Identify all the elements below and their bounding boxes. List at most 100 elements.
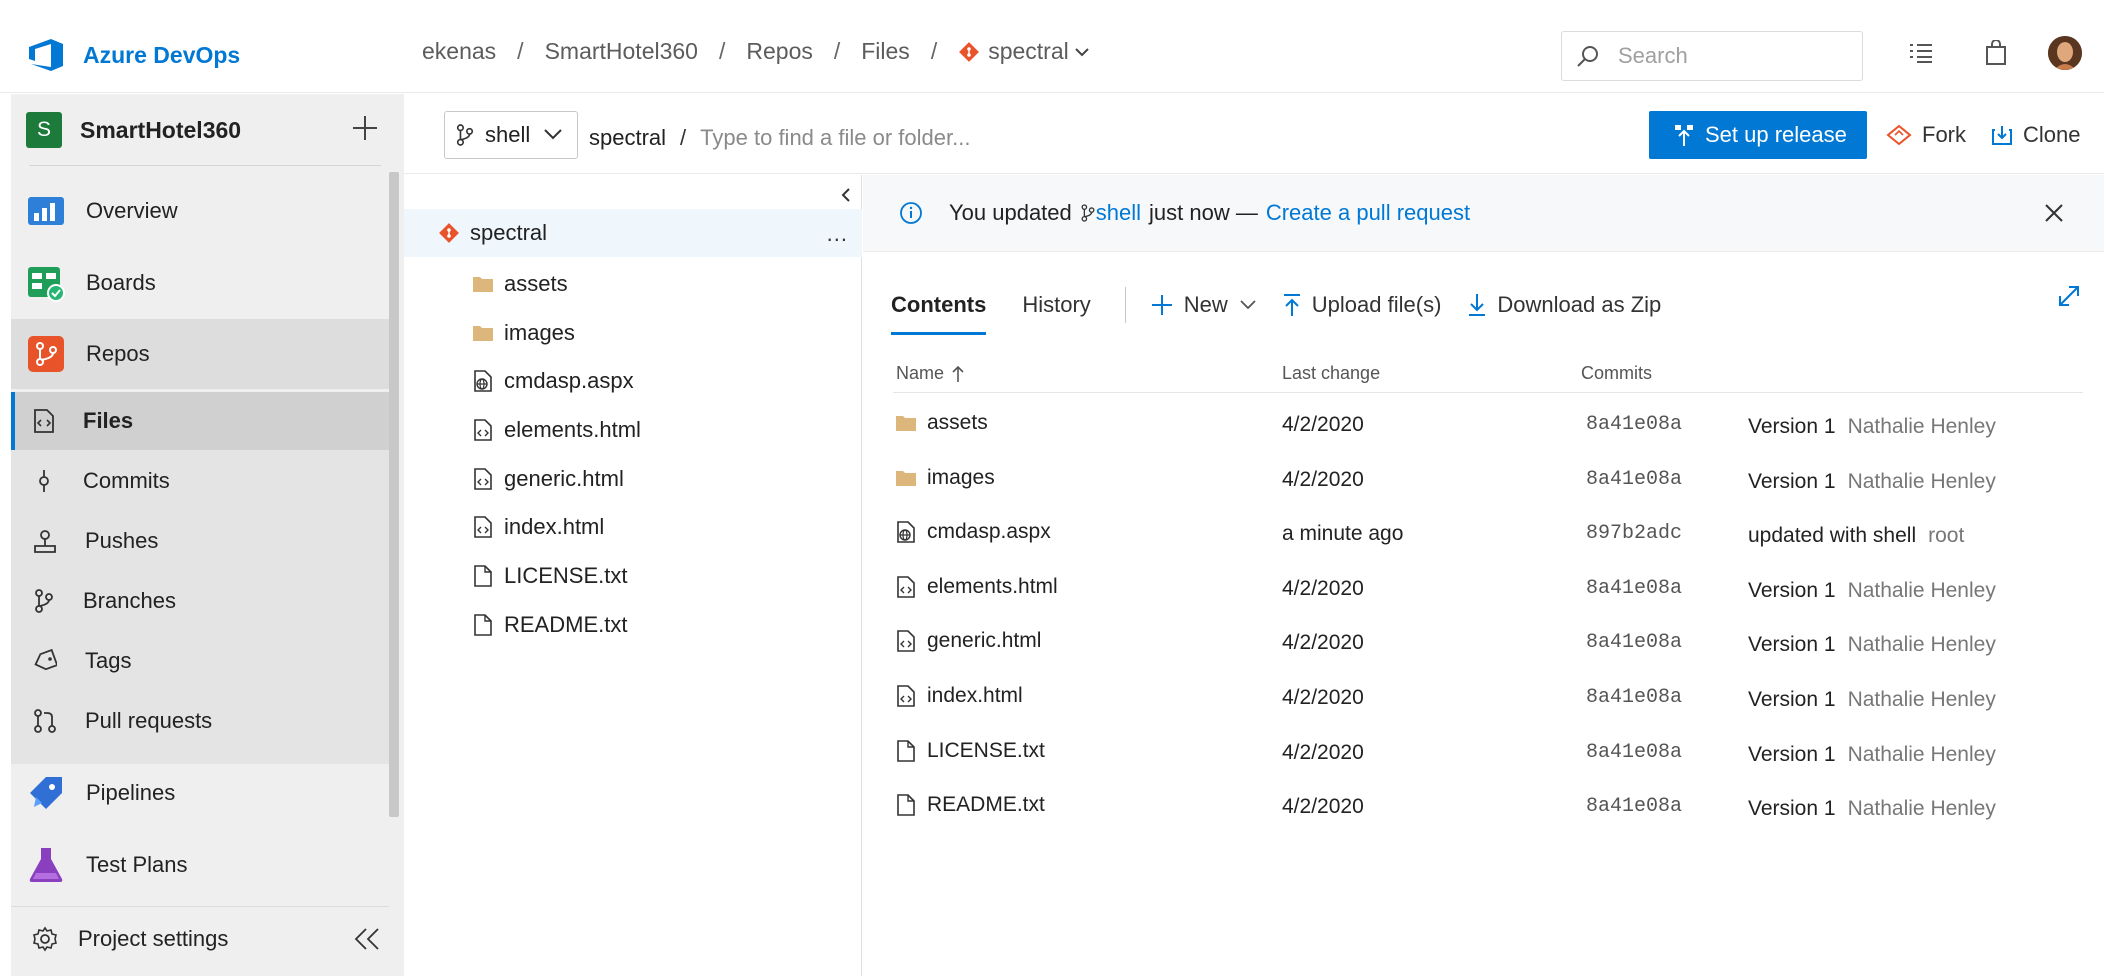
tree-item[interactable]: images [472, 313, 575, 353]
shopping-bag-icon[interactable] [1985, 40, 2007, 66]
table-row[interactable]: images 4/2/2020 8a41e08a Version 1 Nathalie … [893, 452, 2083, 506]
nav-pipelines[interactable]: Pipelines [11, 758, 389, 828]
nav-project-settings[interactable]: Project settings [11, 906, 389, 970]
nav-pushes[interactable]: Pushes [11, 512, 389, 570]
nav-files[interactable]: Files [11, 392, 389, 450]
fork-button[interactable]: Fork [1886, 122, 1966, 148]
file-name: cmdasp.aspx [927, 520, 1051, 544]
commit-id[interactable]: 897b2adc [1586, 522, 1682, 545]
tree-item[interactable]: LICENSE.txt [472, 556, 627, 596]
table-row[interactable]: README.txt 4/2/2020 8a41e08a Version 1 Natha… [893, 779, 2083, 833]
commit-id[interactable]: 8a41e08a [1586, 468, 1682, 491]
tree-item[interactable]: README.txt [472, 605, 627, 645]
close-icon[interactable] [2044, 203, 2064, 223]
divider [1124, 287, 1126, 323]
nav-test-plans[interactable]: Test Plans [11, 830, 389, 900]
commit-id[interactable]: 8a41e08a [1586, 741, 1682, 764]
tree-item-label: cmdasp.aspx [504, 368, 634, 393]
file-name-cell[interactable]: images [895, 466, 995, 490]
nav-branches[interactable]: Branches [11, 572, 389, 630]
commit-message[interactable]: Version 1 [1748, 579, 1836, 603]
commit-message[interactable]: Version 1 [1748, 633, 1836, 657]
clone-button[interactable]: Clone [1991, 122, 2080, 148]
table-row[interactable]: elements.html 4/2/2020 8a41e08a Version 1 Na… [893, 561, 2083, 615]
search-input[interactable] [1618, 43, 1838, 69]
brand[interactable]: Azure DevOps [27, 38, 240, 72]
tab-history[interactable]: History [1022, 285, 1090, 325]
content-tabs: Contents History New Upload file(s) Down… [891, 285, 1687, 335]
banner-branch-link[interactable]: shell [1096, 200, 1141, 226]
file-name-cell[interactable]: LICENSE.txt [895, 739, 1045, 763]
column-header-commits[interactable]: Commits [1581, 363, 1652, 384]
table-row[interactable]: assets 4/2/2020 8a41e08a Version 1 Nathalie … [893, 397, 2083, 451]
create-pull-request-link[interactable]: Create a pull request [1266, 200, 1470, 226]
checklist-icon[interactable] [1908, 42, 1934, 64]
commit-id[interactable]: 8a41e08a [1586, 577, 1682, 600]
nav-tags[interactable]: Tags [11, 632, 389, 690]
tree-item-label: LICENSE.txt [504, 563, 628, 588]
set-up-release-button[interactable]: Set up release [1649, 111, 1867, 159]
file-name-cell[interactable]: README.txt [895, 793, 1045, 817]
nav-pull-requests[interactable]: Pull requests [11, 692, 389, 750]
tab-contents[interactable]: Contents [891, 285, 987, 335]
tree-item[interactable]: assets [472, 264, 568, 304]
nav-boards[interactable]: Boards [11, 248, 389, 318]
top-bar: Azure DevOps ekenas / SmartHotel360 / Re… [0, 0, 2104, 93]
commit-message[interactable]: Version 1 [1748, 688, 1836, 712]
nav-commits[interactable]: Commits [11, 452, 389, 510]
nav-overview[interactable]: Overview [11, 176, 389, 246]
commit-message[interactable]: Version 1 [1748, 743, 1836, 767]
add-icon[interactable] [351, 114, 379, 142]
sidebar-scrollbar[interactable] [389, 172, 399, 817]
branch-selector[interactable]: shell [444, 111, 578, 159]
nav-repos[interactable]: Repos [11, 319, 389, 389]
commit-id[interactable]: 8a41e08a [1586, 686, 1682, 709]
collapse-sidebar-icon[interactable] [353, 927, 381, 951]
table-row[interactable]: index.html 4/2/2020 8a41e08a Version 1 Natha… [893, 670, 2083, 724]
chevron-left-icon[interactable] [840, 187, 852, 203]
upload-files-button[interactable]: Upload file(s) [1282, 292, 1441, 318]
commit-author: Nathalie Henley [1847, 415, 1996, 438]
column-header-name[interactable]: Name [896, 363, 964, 384]
column-header-last-change[interactable]: Last change [1282, 363, 1380, 384]
commit-message[interactable]: updated with shell [1748, 524, 1916, 548]
table-row[interactable]: LICENSE.txt 4/2/2020 8a41e08a Version 1 Nath… [893, 725, 2083, 779]
more-options-icon[interactable]: ... [827, 221, 848, 247]
commit-id[interactable]: 8a41e08a [1586, 795, 1682, 818]
tree-item[interactable]: cmdasp.aspx [472, 361, 634, 401]
file-name-cell[interactable]: elements.html [895, 575, 1058, 599]
tree-item[interactable]: elements.html [472, 410, 641, 450]
new-button[interactable]: New [1150, 292, 1256, 318]
expand-icon[interactable] [2056, 283, 2082, 309]
tree-root-repo[interactable]: spectral ... [404, 209, 862, 257]
commit-message[interactable]: Version 1 [1748, 797, 1836, 821]
commit-message[interactable]: Version 1 [1748, 415, 1836, 439]
avatar[interactable] [2048, 36, 2082, 70]
breadcrumb-separator: / [833, 38, 841, 64]
left-navigation: S SmartHotel360 Overview Boards Repos Fi… [11, 94, 404, 976]
table-row[interactable]: generic.html 4/2/2020 8a41e08a Version 1 Nat… [893, 615, 2083, 669]
path-root[interactable]: spectral [589, 125, 666, 151]
download-zip-button[interactable]: Download as Zip [1467, 292, 1661, 318]
branches-icon [33, 588, 55, 614]
tree-item[interactable]: generic.html [472, 459, 624, 499]
breadcrumb-repo-selector[interactable]: spectral [958, 38, 1089, 65]
file-name-cell[interactable]: cmdasp.aspx [895, 520, 1051, 544]
file-name-cell[interactable]: index.html [895, 684, 1023, 708]
file-filter-input[interactable] [700, 125, 1021, 151]
breadcrumb-section[interactable]: Repos [746, 38, 812, 65]
button-label: Clone [2023, 122, 2081, 147]
commit-id[interactable]: 8a41e08a [1586, 413, 1682, 436]
tree-item[interactable]: index.html [472, 507, 604, 547]
breadcrumb-project[interactable]: SmartHotel360 [545, 38, 698, 65]
commit-message[interactable]: Version 1 [1748, 470, 1836, 494]
commit-id[interactable]: 8a41e08a [1586, 631, 1682, 654]
table-row[interactable]: cmdasp.aspx a minute ago 897b2adc updated w… [893, 506, 2083, 560]
breadcrumb-org[interactable]: ekenas [422, 38, 496, 65]
button-label: Set up release [1705, 122, 1847, 147]
breadcrumb-page[interactable]: Files [861, 38, 910, 65]
file-name-cell[interactable]: generic.html [895, 629, 1041, 653]
project-header[interactable]: S SmartHotel360 [11, 94, 394, 166]
file-name-cell[interactable]: assets [895, 411, 988, 435]
search-box[interactable] [1561, 31, 1863, 81]
